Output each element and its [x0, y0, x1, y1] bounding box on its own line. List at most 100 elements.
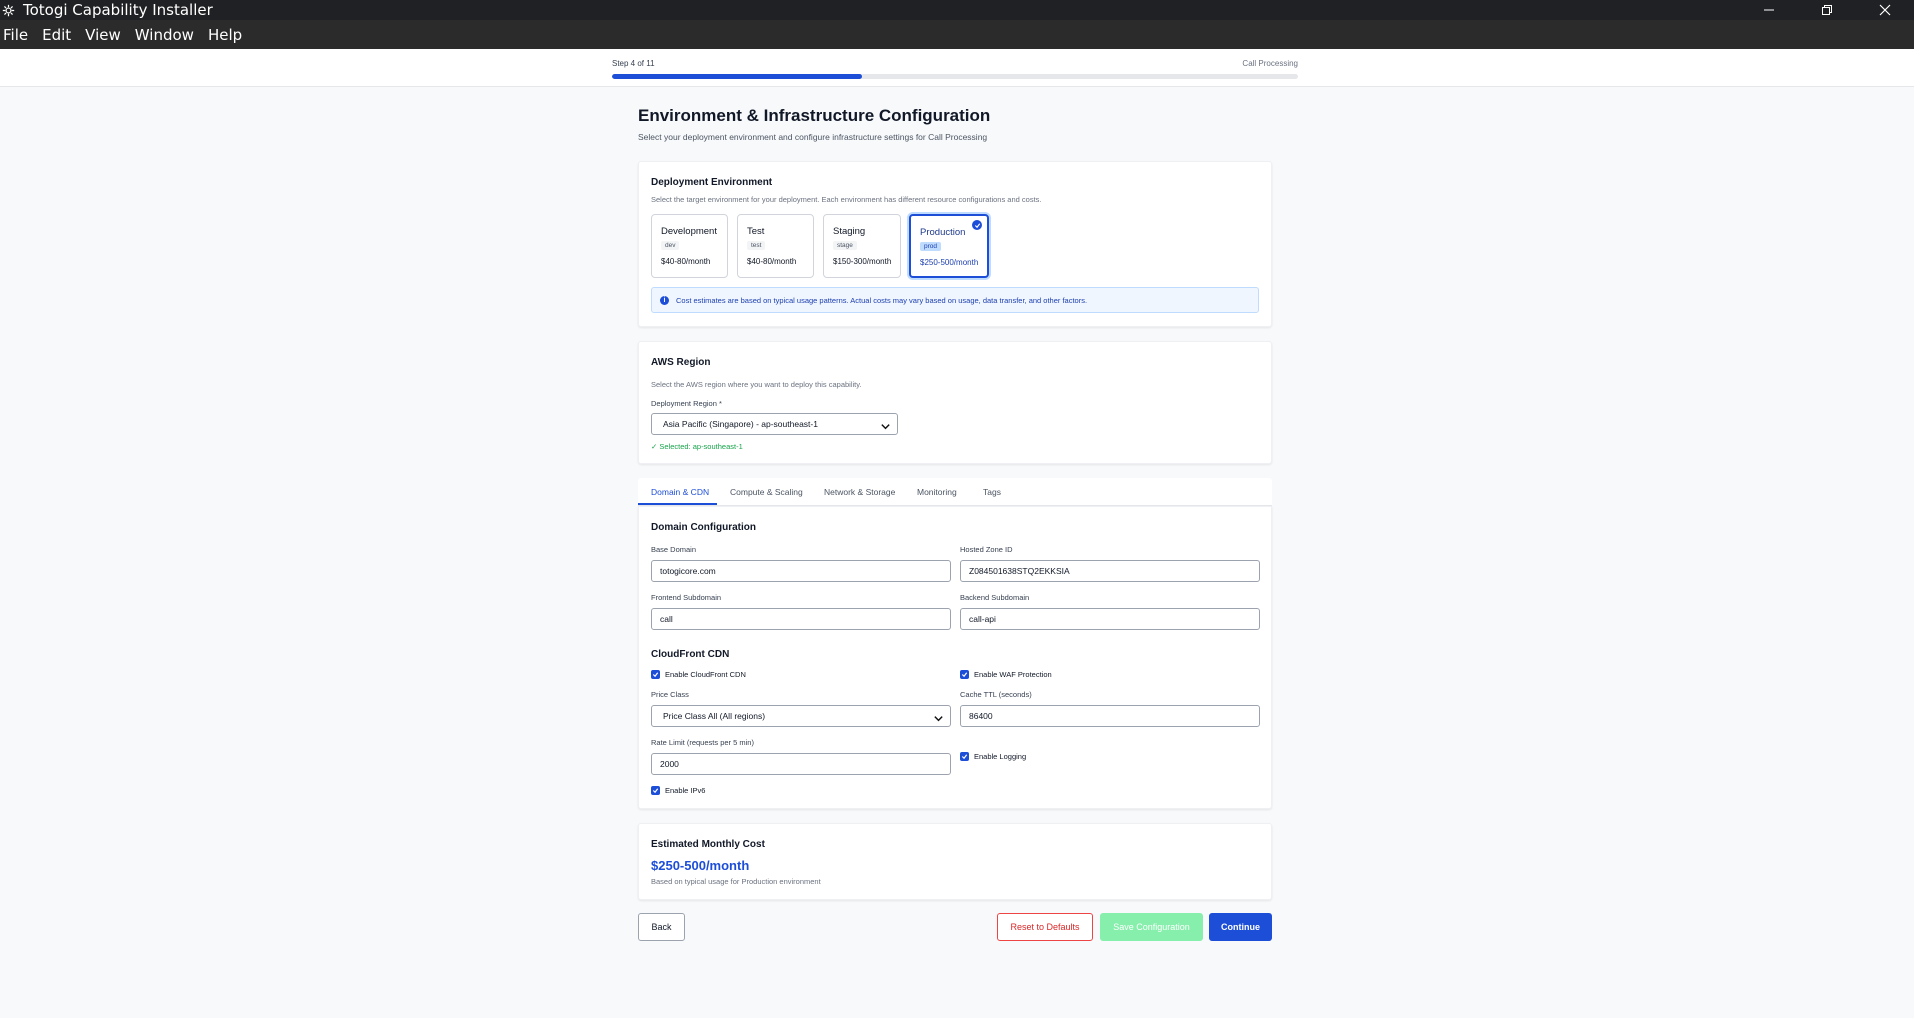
checkbox-checked-icon — [960, 752, 969, 761]
hosted-zone-label: Hosted Zone ID — [960, 545, 1013, 554]
env-tag: prod — [920, 242, 942, 251]
active-tab-indicator — [638, 503, 717, 505]
enable-cdn-label: Enable CloudFront CDN — [665, 670, 746, 679]
base-domain-value: totogicore.com — [660, 566, 716, 576]
env-cost: $150-300/month — [833, 257, 892, 266]
env-option-development[interactable]: Development dev $40-80/month — [651, 214, 728, 278]
env-name: Staging — [833, 226, 866, 237]
page-title: Environment & Infrastructure Configurati… — [638, 106, 991, 125]
base-domain-label: Base Domain — [651, 545, 697, 554]
rate-limit-label: Rate Limit (requests per 5 min) — [651, 738, 754, 747]
env-cost: $40-80/month — [661, 257, 711, 266]
chevron-down-icon — [933, 711, 944, 729]
price-class-value: Price Class All (All regions) — [663, 711, 766, 721]
env-name: Development — [661, 226, 717, 237]
frontend-subdomain-input[interactable]: call — [651, 608, 951, 630]
env-tag: test — [747, 241, 766, 250]
progress-step-text: Step 4 of 11 — [612, 59, 655, 68]
enable-waf-checkbox[interactable]: Enable WAF Protection — [960, 670, 1052, 679]
close-icon[interactable] — [1856, 0, 1914, 20]
check-icon — [972, 220, 982, 230]
enable-logging-label: Enable Logging — [974, 752, 1027, 761]
env-option-production[interactable]: Production prod $250-500/month — [909, 214, 989, 278]
price-class-label: Price Class — [651, 690, 689, 699]
continue-button[interactable]: Continue — [1209, 913, 1272, 941]
domain-cdn-panel: Domain Configuration Base Domain totogic… — [638, 506, 1272, 809]
env-name: Production — [920, 227, 966, 238]
estimated-cost-amount: $250-500/month — [651, 858, 750, 873]
deployment-region-select[interactable]: Asia Pacific (Singapore) - ap-southeast-… — [651, 413, 898, 435]
menu-window[interactable]: Window — [135, 26, 194, 44]
enable-ipv6-label: Enable IPv6 — [665, 786, 706, 795]
hosted-zone-input[interactable]: Z084501638STQ2EKKSIA — [960, 560, 1260, 582]
menu-help[interactable]: Help — [208, 26, 242, 44]
rate-limit-value: 2000 — [660, 759, 679, 769]
menu-edit[interactable]: Edit — [42, 26, 71, 44]
cache-ttl-value: 86400 — [969, 711, 993, 721]
back-button[interactable]: Back — [638, 913, 685, 941]
tab-network-storage[interactable]: Network & Storage — [824, 487, 895, 497]
info-icon: i — [660, 295, 669, 305]
menu-bar: File Edit View Window Help — [0, 20, 1914, 49]
restore-icon[interactable] — [1798, 0, 1856, 20]
estimated-cost-title: Estimated Monthly Cost — [651, 839, 765, 850]
enable-logging-checkbox[interactable]: Enable Logging — [960, 752, 1026, 761]
checkbox-checked-icon — [651, 786, 660, 795]
config-tabs: Domain & CDN Compute & Scaling Network &… — [638, 478, 1272, 506]
checkbox-checked-icon — [651, 670, 660, 679]
estimated-cost-note: Based on typical usage for Production en… — [651, 877, 821, 886]
cache-ttl-label: Cache TTL (seconds) — [960, 690, 1032, 699]
save-configuration-button[interactable]: Save Configuration — [1100, 913, 1203, 941]
enable-cdn-checkbox[interactable]: Enable CloudFront CDN — [651, 670, 746, 679]
cost-info-box: i Cost estimates are based on typical us… — [651, 287, 1259, 313]
cost-info-text: Cost estimates are based on typical usag… — [676, 295, 1088, 305]
tab-tags[interactable]: Tags — [983, 487, 1001, 497]
price-class-select[interactable]: Price Class All (All regions) — [651, 705, 951, 727]
env-option-test[interactable]: Test test $40-80/month — [737, 214, 814, 278]
page-subtitle: Select your deployment environment and c… — [638, 132, 988, 142]
reset-defaults-button[interactable]: Reset to Defaults — [997, 913, 1093, 941]
menu-file[interactable]: File — [3, 26, 28, 44]
app-gear-icon — [0, 2, 16, 18]
progress-bar-fill — [612, 74, 862, 79]
progress-section-name: Call Processing — [1242, 59, 1298, 68]
frontend-subdomain-label: Frontend Subdomain — [651, 593, 722, 602]
rate-limit-input[interactable]: 2000 — [651, 753, 951, 775]
aws-region-card: AWS Region Select the AWS region where y… — [638, 341, 1272, 464]
env-tag: dev — [661, 241, 680, 250]
backend-subdomain-value: call-api — [969, 614, 996, 624]
env-name: Test — [747, 226, 765, 237]
tab-monitoring[interactable]: Monitoring — [917, 487, 957, 497]
region-selected-note: ✓ Selected: ap-southeast-1 — [651, 442, 743, 451]
menu-view[interactable]: View — [85, 26, 121, 44]
domain-configuration-title: Domain Configuration — [651, 522, 756, 533]
estimated-cost-card: Estimated Monthly Cost $250-500/month Ba… — [638, 823, 1272, 900]
env-option-staging[interactable]: Staging stage $150-300/month — [823, 214, 901, 278]
hosted-zone-value: Z084501638STQ2EKKSIA — [969, 566, 1070, 576]
cloudfront-cdn-title: CloudFront CDN — [651, 649, 730, 660]
frontend-subdomain-value: call — [660, 614, 673, 624]
deployment-environment-title: Deployment Environment — [651, 177, 773, 188]
aws-region-description: Select the AWS region where you want to … — [651, 380, 862, 389]
deployment-environment-description: Select the target environment for your d… — [651, 195, 1042, 204]
backend-subdomain-input[interactable]: call-api — [960, 608, 1260, 630]
env-cost: $250-500/month — [920, 258, 979, 267]
deployment-region-value: Asia Pacific (Singapore) - ap-southeast-… — [663, 419, 818, 429]
env-cost: $40-80/month — [747, 257, 797, 266]
deployment-region-label: Deployment Region * — [651, 399, 722, 408]
backend-subdomain-label: Backend Subdomain — [960, 593, 1030, 602]
enable-waf-label: Enable WAF Protection — [974, 670, 1052, 679]
progress-header: Step 4 of 11 Call Processing — [0, 49, 1914, 87]
title-bar: Totogi Capability Installer — [0, 0, 1914, 20]
aws-region-title: AWS Region — [651, 357, 711, 368]
base-domain-input[interactable]: totogicore.com — [651, 560, 951, 582]
window-title: Totogi Capability Installer — [23, 1, 213, 19]
minimize-icon[interactable] — [1740, 0, 1798, 20]
deployment-environment-card: Deployment Environment Select the target… — [638, 161, 1272, 327]
enable-ipv6-checkbox[interactable]: Enable IPv6 — [651, 786, 705, 795]
tab-domain-cdn[interactable]: Domain & CDN — [651, 487, 709, 497]
cache-ttl-input[interactable]: 86400 — [960, 705, 1260, 727]
tab-compute-scaling[interactable]: Compute & Scaling — [730, 487, 803, 497]
chevron-down-icon — [880, 419, 891, 437]
env-tag: stage — [833, 241, 857, 250]
